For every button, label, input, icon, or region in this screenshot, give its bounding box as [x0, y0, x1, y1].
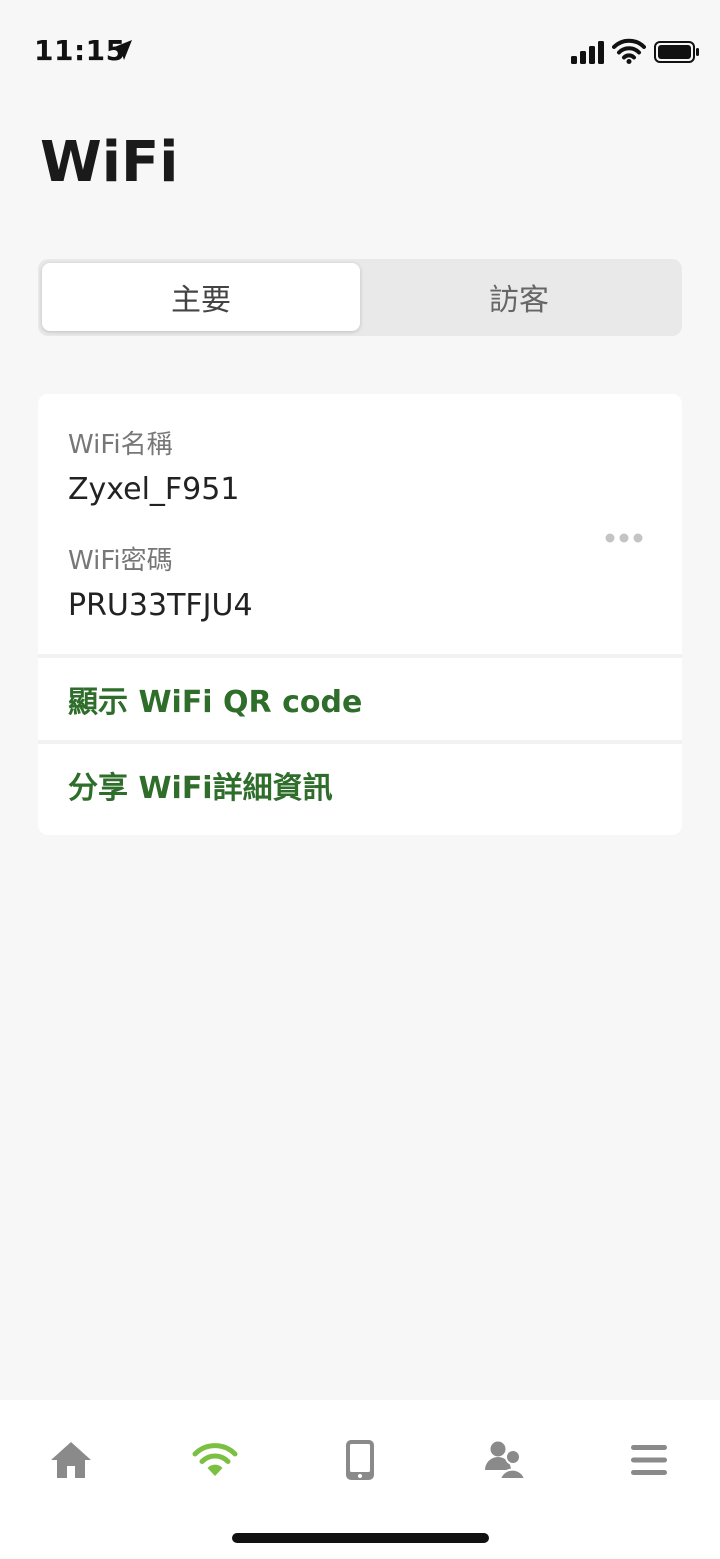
wifi-name-value: Zyxel_F951	[68, 472, 240, 507]
battery-icon	[654, 41, 699, 63]
page-title: WiFi	[40, 130, 179, 195]
wifi-icon	[192, 1443, 238, 1476]
more-options-icon[interactable]	[604, 530, 644, 546]
users-icon	[485, 1441, 525, 1480]
home-indicator	[232, 1533, 489, 1543]
wifi-name-label: WiFi名稱	[68, 430, 173, 460]
wifi-info-card: WiFi名稱 Zyxel_F951 WiFi密碼 PRU33TFJU4 顯示 W…	[38, 394, 682, 835]
home-icon	[51, 1442, 91, 1478]
segment-guest[interactable]: 訪客	[360, 263, 678, 331]
tab-menu[interactable]	[619, 1430, 679, 1490]
tab-wifi[interactable]	[185, 1430, 245, 1490]
network-segmented-control: 主要 訪客	[38, 259, 682, 336]
status-bar: 11:15	[0, 0, 720, 100]
devices-icon	[346, 1440, 374, 1480]
show-qr-code-label: 顯示 WiFi QR code	[68, 685, 363, 720]
menu-icon	[631, 1445, 667, 1475]
tab-home[interactable]	[41, 1430, 101, 1490]
tab-users[interactable]	[475, 1430, 535, 1490]
share-wifi-details-button[interactable]: 分享 WiFi詳細資訊	[38, 744, 682, 826]
wifi-password-label: WiFi密碼	[68, 546, 173, 576]
tab-devices[interactable]	[330, 1430, 390, 1490]
location-arrow-icon	[112, 40, 132, 60]
segment-main[interactable]: 主要	[42, 263, 360, 331]
wifi-password-value: PRU33TFJU4	[68, 588, 253, 623]
cellular-signal-icon	[571, 41, 604, 64]
show-qr-code-button[interactable]: 顯示 WiFi QR code	[38, 658, 682, 740]
wifi-credentials-section: WiFi名稱 Zyxel_F951 WiFi密碼 PRU33TFJU4	[38, 394, 682, 654]
wifi-status-icon	[612, 38, 646, 64]
share-wifi-details-label: 分享 WiFi詳細資訊	[68, 771, 333, 806]
